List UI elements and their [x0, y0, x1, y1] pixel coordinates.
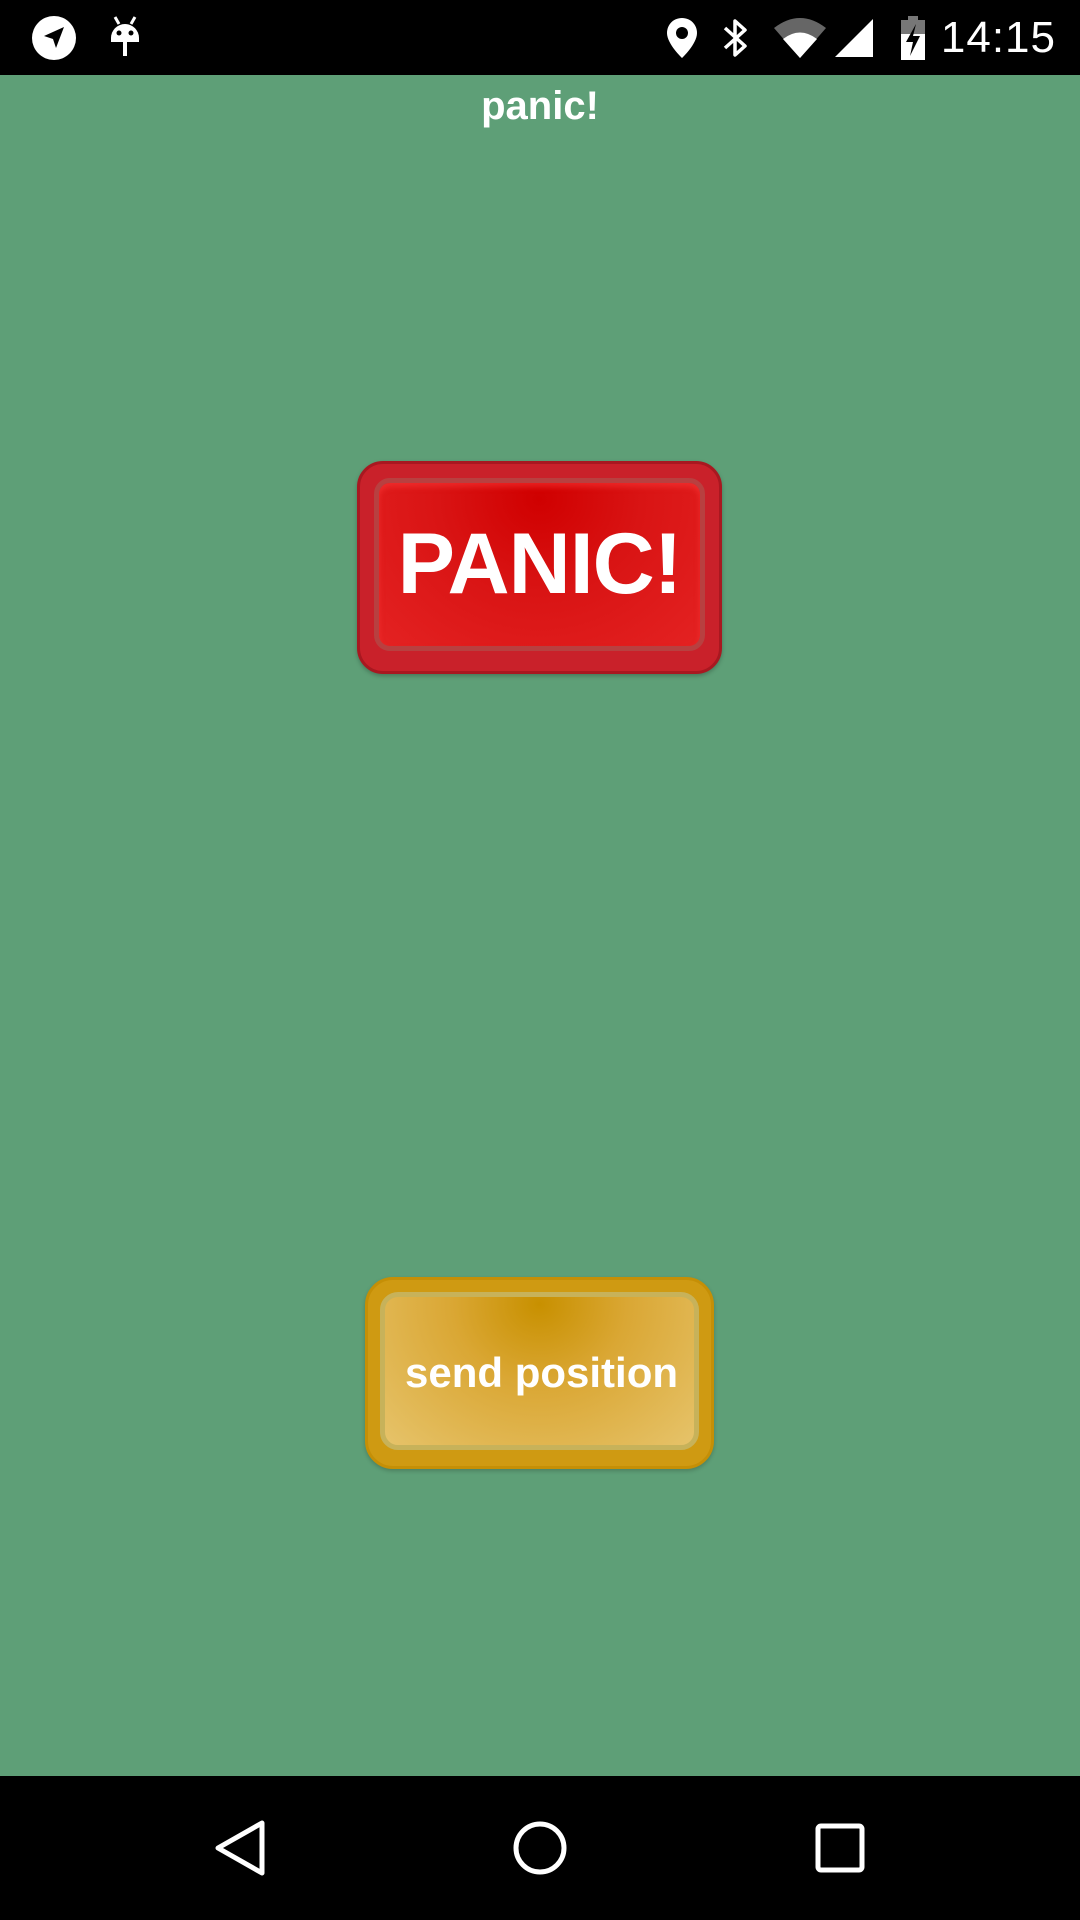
navigation-bar: [0, 1776, 1080, 1920]
page-title: panic!: [481, 84, 599, 128]
send-position-button-label: send position: [405, 1349, 678, 1396]
wifi-icon: [772, 0, 828, 75]
recents-icon[interactable]: [780, 1776, 900, 1920]
send-position-button[interactable]: send position: [365, 1277, 714, 1469]
location-pin-icon: [664, 0, 700, 75]
panic-button-label: PANIC!: [397, 516, 683, 612]
panic-button[interactable]: PANIC!: [357, 461, 722, 674]
home-icon[interactable]: [480, 1776, 600, 1920]
back-icon[interactable]: [180, 1776, 300, 1920]
status-bar: 14:15: [0, 0, 1080, 75]
status-time: 14:15: [940, 13, 1056, 62]
app-screen: 14:15 panic! PANIC! send position: [0, 0, 1080, 1920]
signal-icon: [832, 0, 876, 75]
battery-charging-icon: [898, 0, 928, 75]
android-debug-icon: [105, 0, 145, 75]
bluetooth-icon: [718, 0, 752, 75]
navigation-icon: [30, 0, 78, 75]
